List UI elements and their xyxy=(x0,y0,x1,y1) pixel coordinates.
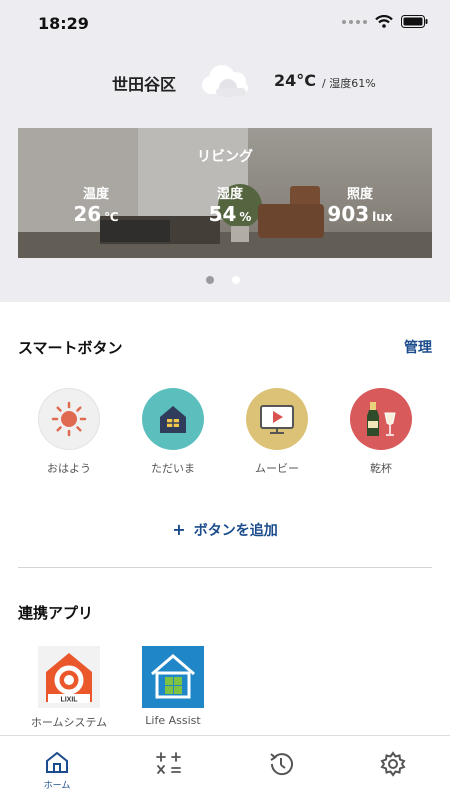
page-indicator[interactable] xyxy=(206,276,240,284)
history-icon xyxy=(270,753,293,776)
metric-value: 26 xyxy=(73,202,102,226)
linked-apps-title: 連携アプリ xyxy=(18,604,94,622)
room-name: リビング xyxy=(197,149,253,165)
tab-home[interactable]: ホーム xyxy=(27,750,87,791)
metric-value: 903 xyxy=(327,202,370,226)
add-button[interactable]: + ボタンを追加 xyxy=(0,520,450,540)
smart-buttons-title: スマートボタン xyxy=(18,339,123,357)
add-button-label: ボタンを追加 xyxy=(193,523,278,539)
outdoor-humidity-label: / 湿度61% xyxy=(322,77,376,90)
metric-illuminance: 照度 903 lux xyxy=(320,183,400,226)
lixil-logo-text: LIXIL xyxy=(60,697,78,704)
page-dot-active[interactable] xyxy=(232,276,240,284)
sun-icon xyxy=(38,388,100,450)
smart-button-label: ムービー xyxy=(255,462,299,475)
app-home-system[interactable]: LIXIL ホームシステム xyxy=(19,646,119,730)
metric-value: 54 xyxy=(208,202,237,226)
location-label: 世田谷区 xyxy=(112,75,177,94)
app-life-assist[interactable]: Life Assist xyxy=(123,646,223,727)
metric-unit: ℃ xyxy=(104,210,119,224)
tab-settings[interactable] xyxy=(363,750,423,782)
metric-label: 温度 xyxy=(82,187,109,202)
smart-button-ohayou[interactable]: おはよう xyxy=(17,388,121,476)
smart-button-label: ただいま xyxy=(151,462,195,475)
temperature-label: 24°C xyxy=(274,71,317,90)
plus-icon: + xyxy=(172,520,186,539)
tab-bar: ホーム xyxy=(0,735,450,801)
status-icons xyxy=(342,15,428,28)
divider xyxy=(18,567,432,568)
smart-button-label: 乾杯 xyxy=(370,462,392,475)
metric-label: 湿度 xyxy=(216,187,243,202)
app-label: ホームシステム xyxy=(30,716,108,729)
life-assist-icon xyxy=(142,646,204,708)
smart-button-movie[interactable]: ムービー xyxy=(225,388,329,476)
battery-icon xyxy=(401,15,428,28)
home-icon xyxy=(46,751,68,773)
metric-unit: % xyxy=(239,210,252,224)
gear-icon xyxy=(380,751,406,777)
metric-label: 照度 xyxy=(346,187,373,202)
status-time: 18:29 xyxy=(38,14,89,33)
wifi-icon xyxy=(375,15,393,28)
tab-home-label: ホーム xyxy=(43,781,71,791)
house-icon xyxy=(142,388,204,450)
room-card[interactable]: リビング 温度 26 ℃ 湿度 54% 照度 903 lux xyxy=(18,128,432,258)
lixil-logo-icon: LIXIL xyxy=(38,646,100,708)
champagne-icon xyxy=(350,388,412,450)
tab-history[interactable] xyxy=(251,750,311,782)
signal-icon xyxy=(342,19,367,24)
smart-button-kanpai[interactable]: 乾杯 xyxy=(329,388,433,476)
smart-button-label: おはよう xyxy=(47,462,91,475)
calculator-icon xyxy=(156,752,181,774)
app-label: Life Assist xyxy=(145,714,201,727)
manage-button[interactable]: 管理 xyxy=(404,337,432,357)
cloud-icon xyxy=(202,65,248,97)
page-dot[interactable] xyxy=(206,276,214,284)
metric-unit: lux xyxy=(372,210,393,224)
metric-humidity: 湿度 54% xyxy=(198,183,262,226)
smart-button-tadaima[interactable]: ただいま xyxy=(121,388,225,476)
tab-scenes[interactable] xyxy=(139,750,199,782)
movie-icon xyxy=(246,388,308,450)
metric-temperature: 温度 26 ℃ xyxy=(66,183,126,226)
